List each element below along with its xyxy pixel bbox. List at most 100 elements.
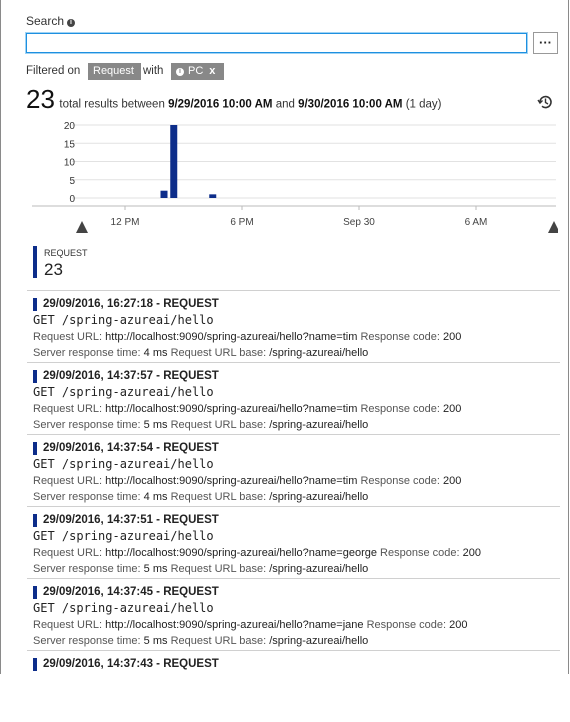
time-value: 4 ms: [143, 491, 171, 503]
base-value: /spring-azureai/hello: [269, 563, 369, 575]
url-key: Request URL:: [33, 475, 106, 487]
result-command: GET /spring-azureai/hello: [33, 601, 214, 615]
result-url-line: Request URL: http://localhost:9090/sprin…: [33, 547, 481, 559]
result-title: 29/09/2016, 14:37:43 - REQUEST: [43, 658, 219, 670]
base-value: /spring-azureai/hello: [269, 347, 369, 359]
base-value: /spring-azureai/hello: [269, 635, 369, 647]
base-key: Request URL base:: [170, 419, 270, 431]
range-start-handle[interactable]: [76, 221, 88, 233]
result-command: GET /spring-azureai/hello: [33, 529, 214, 543]
result-color-bar: [33, 442, 37, 455]
result-title: 29/09/2016, 16:27:18 - REQUEST: [43, 298, 219, 310]
result-title: 29/09/2016, 14:37:57 - REQUEST: [43, 370, 219, 382]
x-tick-label: 12 PM: [111, 217, 140, 228]
total-summary: 23 total results between 9/29/2016 10:00…: [26, 84, 442, 114]
time-key: Server response time:: [33, 563, 144, 575]
y-tick-label: 10: [64, 158, 76, 169]
total-range-text: total results between 9/29/2016 10:00 AM…: [59, 98, 442, 111]
result-time-line: Server response time: 4 ms Request URL b…: [33, 347, 368, 359]
time-value: 5 ms: [143, 563, 171, 575]
result-time-line: Server response time: 5 ms Request URL b…: [33, 419, 368, 431]
summary-color-bar: [33, 246, 37, 278]
url-value: http://localhost:9090/spring-azureai/hel…: [105, 619, 367, 631]
result-url-line: Request URL: http://localhost:9090/sprin…: [33, 403, 461, 415]
summary-count: 23: [44, 260, 63, 279]
history-icon[interactable]: [537, 94, 553, 110]
y-axis-ticks: 20 15 10 5 0: [64, 121, 76, 205]
more-options-button[interactable]: ···: [533, 32, 558, 54]
result-row[interactable]: 29/09/2016, 14:37:57 - REQUEST GET /sprin…: [27, 362, 560, 434]
results-list: 29/09/2016, 16:27:18 - REQUEST GET /sprin…: [27, 290, 560, 722]
code-key: Response code:: [366, 619, 450, 631]
summary-label: REQUEST: [44, 248, 88, 258]
range-end-handle[interactable]: [548, 221, 558, 233]
chart-grid: [72, 124, 556, 199]
result-url-line: Request URL: http://localhost:9090/sprin…: [33, 331, 461, 343]
chart-bar[interactable]: [209, 194, 217, 198]
base-value: /spring-azureai/hello: [269, 419, 369, 431]
result-time-line: Server response time: 4 ms Request URL b…: [33, 491, 368, 503]
x-axis-ticks: 12 PM 6 PM Sep 30 6 AM: [111, 206, 488, 228]
url-value: http://localhost:9090/spring-azureai/hel…: [105, 331, 361, 343]
base-key: Request URL base:: [170, 347, 270, 359]
time-key: Server response time:: [33, 491, 144, 503]
total-count: 23: [26, 84, 55, 114]
result-row[interactable]: 29/09/2016, 14:37:45 - REQUEST GET /sprin…: [27, 578, 560, 650]
result-command: GET /spring-azureai/hello: [33, 457, 214, 471]
result-row[interactable]: 29/09/2016, 14:37:54 - REQUEST GET /sprin…: [27, 434, 560, 506]
chart-bar[interactable]: [160, 190, 168, 198]
range-duration: (1 day): [405, 98, 442, 111]
result-color-bar: [33, 514, 37, 527]
y-tick-label: 20: [64, 121, 76, 132]
result-url-line: Request URL: http://localhost:9090/sprin…: [33, 475, 461, 487]
time-value: 5 ms: [143, 635, 171, 647]
code-key: Response code:: [380, 547, 463, 559]
y-tick-label: 0: [69, 194, 75, 205]
type-filter-label: Request: [93, 65, 134, 77]
result-row[interactable]: 29/09/2016, 14:37:43 - REQUEST: [27, 650, 560, 722]
result-title: 29/09/2016, 14:37:54 - REQUEST: [43, 442, 219, 454]
x-tick-label: 6 AM: [465, 217, 488, 228]
search-input[interactable]: [26, 33, 527, 53]
filter-with: with: [143, 65, 164, 77]
result-command: GET /spring-azureai/hello: [33, 313, 214, 327]
result-command: GET /spring-azureai/hello: [33, 385, 214, 399]
code-key: Response code:: [360, 331, 444, 343]
time-key: Server response time:: [33, 419, 144, 431]
time-value: 5 ms: [143, 419, 171, 431]
remove-filter-icon[interactable]: x: [209, 65, 215, 77]
result-row[interactable]: 29/09/2016, 14:37:51 - REQUEST GET /sprin…: [27, 506, 560, 578]
range-start: 9/29/2016 10:00 AM: [168, 98, 273, 111]
range-end: 9/30/2016 10:00 AM: [298, 98, 403, 111]
time-key: Server response time:: [33, 635, 144, 647]
url-value: http://localhost:9090/spring-azureai/hel…: [105, 547, 381, 559]
result-url-line: Request URL: http://localhost:9090/sprin…: [33, 619, 468, 631]
y-tick-label: 5: [69, 176, 75, 187]
result-color-bar: [33, 370, 37, 383]
pc-filter-chip[interactable]: i PC x: [171, 63, 224, 80]
code-value: 200: [443, 475, 462, 487]
url-key: Request URL:: [33, 331, 106, 343]
result-color-bar: [33, 658, 37, 671]
base-key: Request URL base:: [170, 563, 270, 575]
base-key: Request URL base:: [170, 635, 270, 647]
requests-chart: 20 15 10 5 0 12 PM 6 PM Sep 30 6 AM: [32, 121, 558, 233]
code-key: Response code:: [360, 475, 444, 487]
x-tick-label: 6 PM: [230, 217, 253, 228]
result-time-line: Server response time: 5 ms Request URL b…: [33, 635, 368, 647]
info-icon: i: [67, 19, 76, 27]
type-filter-chip[interactable]: Request: [88, 63, 141, 80]
url-key: Request URL:: [33, 619, 106, 631]
result-row[interactable]: 29/09/2016, 16:27:18 - REQUEST GET /sprin…: [27, 290, 560, 362]
chart-bar[interactable]: [170, 125, 178, 198]
x-tick-label: Sep 30: [343, 217, 375, 228]
code-value: 200: [449, 619, 468, 631]
result-color-bar: [33, 586, 37, 599]
result-color-bar: [33, 298, 37, 311]
base-value: /spring-azureai/hello: [269, 491, 369, 503]
url-value: http://localhost:9090/spring-azureai/hel…: [105, 475, 361, 487]
code-value: 200: [443, 403, 462, 415]
result-title: 29/09/2016, 14:37:45 - REQUEST: [43, 586, 219, 598]
filter-prefix: Filtered on: [26, 65, 81, 77]
code-key: Response code:: [360, 403, 444, 415]
